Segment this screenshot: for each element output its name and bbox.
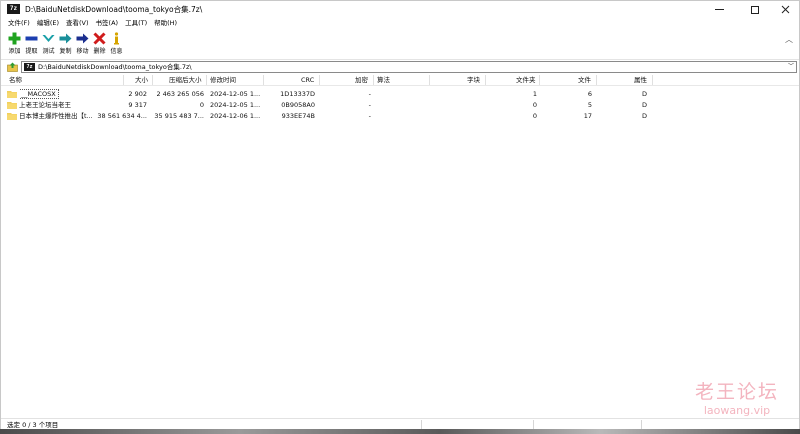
file-name: 日本博主爆炸性推出【t... [19,112,93,120]
delete-button[interactable]: 删除 [91,30,108,58]
folder-icon [7,91,17,98]
title-bar: 7z D:\BaiduNetdiskDownload\tooma_tokyo合集… [1,1,799,18]
toolbar: 添加 提取 测试 复制 移动 删除 信息 ︿ [1,30,799,58]
file-list: 名称 大小 压缩后大小 修改时间 CRC 加密 算法 字块 文件夹 文件 属性 [1,74,799,416]
extract-label: 提取 [25,48,38,55]
file-folders: 0 [532,112,537,120]
menu-file[interactable]: 文件(F) [8,18,30,29]
file-size: 9 317 [128,101,147,109]
file-crc: 0B9058A0 [281,101,315,109]
file-modified: 2024-12-06 1... [210,112,261,120]
add-label: 添加 [8,48,21,55]
watermark-url: laowang.vip [703,404,771,417]
minimize-button[interactable] [705,1,733,18]
test-button[interactable]: 测试 [40,30,57,58]
file-size: 38 561 634 4... [97,112,147,120]
file-count: 6 [587,90,592,98]
check-chevron-icon [42,31,56,45]
up-folder-icon [7,62,18,72]
maximize-icon [751,5,759,14]
desktop-background-strip [0,429,800,434]
file-count: 17 [583,112,592,120]
list-item[interactable]: 上老王论坛当老王 9 317 0 2024-12-05 1... 0B9058A… [1,100,799,111]
column-block[interactable]: 字块 [467,74,480,86]
address-input[interactable]: 7z D:\BaiduNetdiskDownload\tooma_tokyo合集… [21,61,797,73]
toolbar-collapse-icon[interactable]: ︿ [785,34,793,45]
menu-help[interactable]: 帮助(H) [154,18,177,29]
arrow-right-icon [76,31,90,45]
watermark-text: 老王论坛 [694,381,779,403]
address-bar: 7z D:\BaiduNetdiskDownload\tooma_tokyo合集… [1,59,799,73]
file-folders: 1 [532,90,537,98]
file-attributes: D [641,101,647,109]
chevron-down-icon[interactable]: ﹀ [788,62,794,72]
watermark: 老王论坛 laowang.vip [681,381,793,417]
column-crc[interactable]: CRC [301,74,314,86]
list-header: 名称 大小 压缩后大小 修改时间 CRC 加密 算法 字块 文件夹 文件 属性 [1,74,799,86]
file-crc: 933EE74B [281,112,315,120]
column-attributes[interactable]: 属性 [634,74,647,86]
address-path: D:\BaiduNetdiskDownload\tooma_tokyo合集.7z… [38,63,192,71]
info-icon [110,31,124,45]
minus-icon [25,31,39,45]
close-icon [781,5,789,14]
file-name: __MACOSX [19,89,59,99]
file-folders: 0 [532,101,537,109]
file-modified: 2024-12-05 1... [210,90,261,98]
archive-manager-window: 7z D:\BaiduNetdiskDownload\tooma_tokyo合集… [0,0,800,434]
add-button[interactable]: 添加 [6,30,23,58]
plus-icon [8,31,22,45]
file-size: 2 902 [128,90,147,98]
minimize-icon [714,9,724,10]
file-attributes: D [641,90,647,98]
menu-tools[interactable]: 工具(T) [125,18,147,29]
arrow-right-icon [59,31,73,45]
menu-bar: 文件(F) 编辑(E) 查看(V) 书签(A) 工具(T) 帮助(H) [1,18,799,29]
file-encrypted: - [368,90,371,98]
file-packed-size: 35 915 483 7... [154,112,204,120]
column-folders[interactable]: 文件夹 [516,74,536,86]
window-title: D:\BaiduNetdiskDownload\tooma_tokyo合集.7z… [25,5,203,14]
info-label: 信息 [110,48,123,55]
column-size[interactable]: 大小 [135,74,148,86]
file-count: 5 [587,101,592,109]
column-packed-size[interactable]: 压缩后大小 [169,74,202,86]
info-button[interactable]: 信息 [108,30,125,58]
column-method[interactable]: 算法 [377,74,390,86]
file-crc: 1D13337D [280,90,315,98]
list-item[interactable]: __MACOSX 2 902 2 463 265 056 2024-12-05 … [1,89,799,100]
copy-label: 复制 [59,48,72,55]
file-packed-size: 0 [199,101,204,109]
file-packed-size: 2 463 265 056 [156,90,204,98]
file-attributes: D [641,112,647,120]
x-icon [93,31,107,45]
menu-edit[interactable]: 编辑(E) [37,18,59,29]
maximize-button[interactable] [741,1,769,18]
column-files[interactable]: 文件 [578,74,591,86]
move-label: 移动 [76,48,89,55]
delete-label: 删除 [93,48,106,55]
folder-icon [7,102,17,109]
list-item[interactable]: 日本博主爆炸性推出【t... 38 561 634 4... 35 915 48… [1,111,799,122]
menu-bookmarks[interactable]: 书签(A) [96,18,119,29]
copy-button[interactable]: 复制 [57,30,74,58]
app-7z-icon: 7z [7,4,20,14]
column-name[interactable]: 名称 [9,74,22,86]
file-modified: 2024-12-05 1... [210,101,261,109]
move-button[interactable]: 移动 [74,30,91,58]
archive-7z-icon: 7z [24,63,35,71]
test-label: 测试 [42,48,55,55]
close-button[interactable] [771,1,799,18]
column-modified[interactable]: 修改时间 [210,74,236,86]
up-folder-button[interactable] [7,62,18,72]
extract-button[interactable]: 提取 [23,30,40,58]
folder-icon [7,113,17,120]
menu-view[interactable]: 查看(V) [66,18,89,29]
file-encrypted: - [368,101,371,109]
file-encrypted: - [368,112,371,120]
column-encrypted[interactable]: 加密 [355,74,368,86]
